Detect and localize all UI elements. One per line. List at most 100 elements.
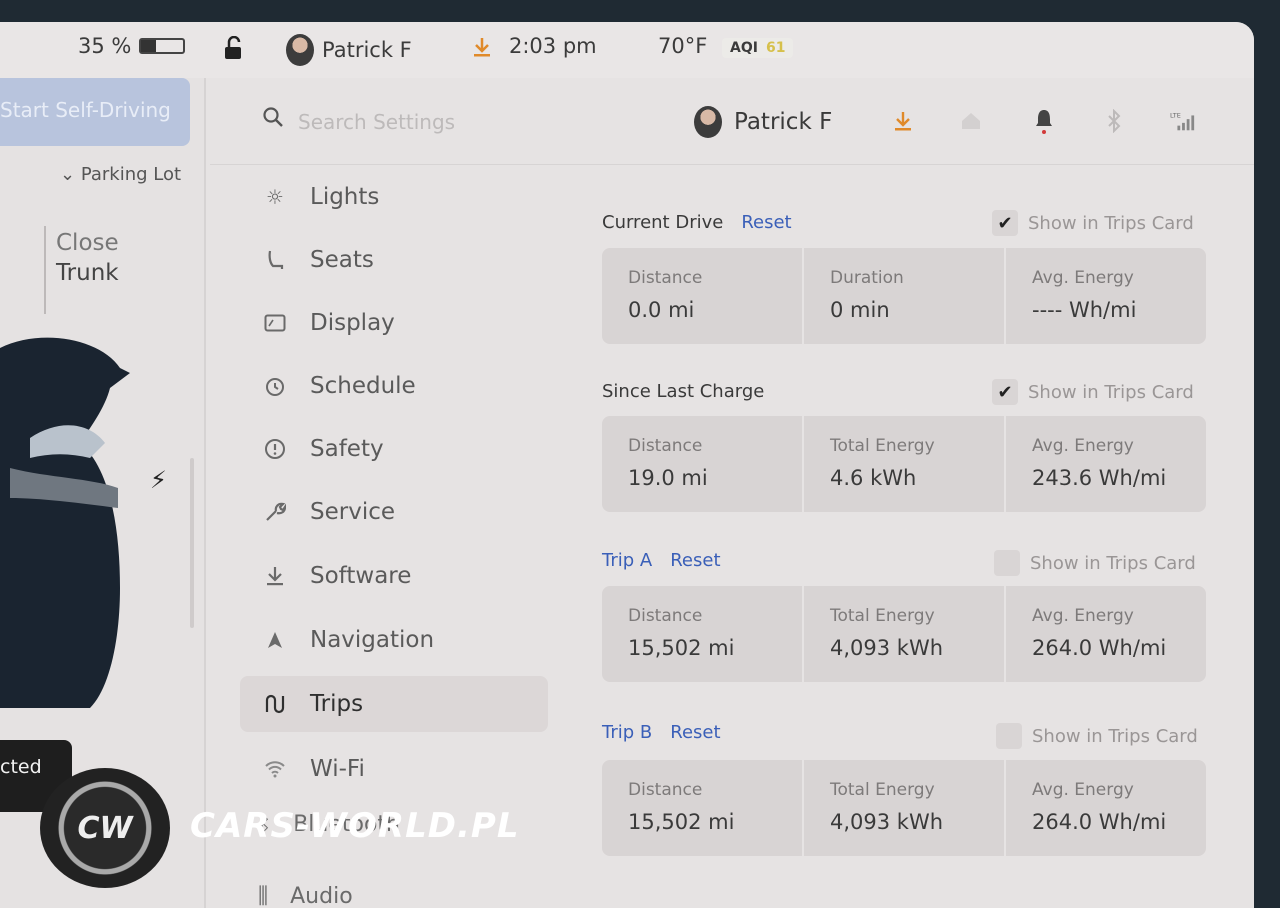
- checkbox-unchecked[interactable]: [996, 723, 1022, 749]
- menu-label: Seats: [310, 247, 374, 273]
- trip-a-header: Trip A Reset: [602, 550, 721, 571]
- show-in-trips-card-toggle[interactable]: ✔ Show in Trips Card: [992, 210, 1194, 236]
- menu-item-schedule[interactable]: Schedule: [240, 358, 548, 414]
- header-user-profile[interactable]: Patrick F: [694, 106, 832, 138]
- menu-item-trips[interactable]: Trips: [240, 676, 548, 732]
- aqi-badge[interactable]: AQI 61: [722, 38, 794, 58]
- trips-icon: [262, 691, 288, 717]
- stat-value: 4,093 kWh: [830, 810, 944, 834]
- stat-value: 4.6 kWh: [830, 466, 917, 490]
- checkbox-checked[interactable]: ✔: [992, 379, 1018, 405]
- header-divider: [210, 164, 1254, 165]
- stat-label: Total Energy: [830, 606, 935, 626]
- since-last-charge-card: Distance 19.0 mi Total Energy 4.6 kWh Avg.…: [602, 416, 1206, 512]
- aqi-label: AQI: [730, 40, 758, 56]
- stat-cell: Avg. Energy 264.0 Wh/mi: [1006, 586, 1206, 682]
- reset-trip-a-button[interactable]: Reset: [670, 550, 720, 571]
- trip-b-card: Distance 15,502 mi Total Energy 4,093 kWh …: [602, 760, 1206, 856]
- stat-value: 15,502 mi: [628, 810, 735, 834]
- trunk-label-line2: Trunk: [56, 260, 119, 286]
- menu-label: Schedule: [310, 373, 416, 399]
- svg-text:LTE: LTE: [1170, 111, 1181, 119]
- section-title: Since Last Charge: [602, 381, 765, 402]
- stat-label: Avg. Energy: [1032, 268, 1134, 288]
- show-in-trips-card-toggle[interactable]: ✔ Show in Trips Card: [992, 379, 1194, 405]
- menu-item-software[interactable]: Software: [240, 548, 548, 604]
- stat-value: 4,093 kWh: [830, 636, 944, 660]
- stat-value: 0 min: [830, 298, 890, 322]
- seat-icon: [262, 247, 288, 273]
- stat-label: Distance: [628, 436, 703, 456]
- menu-item-navigation[interactable]: Navigation: [240, 612, 548, 668]
- wifi-icon: [262, 756, 288, 782]
- stat-label: Avg. Energy: [1032, 436, 1134, 456]
- stat-cell: Avg. Energy 264.0 Wh/mi: [1006, 760, 1206, 856]
- start-self-driving-button[interactable]: Start Self-Driving: [0, 78, 190, 146]
- download-icon: [262, 563, 288, 589]
- battery-indicator: 35 %: [78, 34, 186, 58]
- stat-cell: Distance 15,502 mi: [602, 760, 804, 856]
- stat-label: Distance: [628, 780, 703, 800]
- download-icon[interactable]: [890, 108, 916, 134]
- clock-time: 2:03 pm: [509, 34, 597, 58]
- lte-signal-icon: LTE: [1170, 108, 1196, 134]
- close-trunk-button[interactable]: Close Trunk: [56, 228, 119, 288]
- checkbox-label: Show in Trips Card: [1028, 381, 1194, 403]
- stat-cell: Distance 0.0 mi: [602, 248, 804, 344]
- menu-item-safety[interactable]: Safety: [240, 421, 548, 477]
- status-user-profile[interactable]: Patrick F: [286, 34, 412, 66]
- section-title: Trip B: [602, 722, 653, 743]
- show-in-trips-card-toggle[interactable]: Show in Trips Card: [994, 550, 1196, 576]
- checkbox-label: Show in Trips Card: [1032, 725, 1198, 747]
- aqi-value: 61: [765, 40, 786, 56]
- menu-label: Wi-Fi: [310, 756, 365, 782]
- checkbox-label: Show in Trips Card: [1028, 212, 1194, 234]
- stat-label: Total Energy: [830, 780, 935, 800]
- stat-value: 264.0 Wh/mi: [1032, 636, 1167, 660]
- avatar: [694, 106, 722, 138]
- battery-fill: [141, 40, 157, 52]
- sun-icon: ☼: [266, 185, 284, 209]
- stat-label: Duration: [830, 268, 904, 288]
- stat-value: 264.0 Wh/mi: [1032, 810, 1167, 834]
- menu-item-wifi[interactable]: Wi-Fi: [240, 741, 548, 797]
- notification-bell-icon[interactable]: [1031, 108, 1057, 134]
- menu-label: Trips: [310, 691, 364, 717]
- reset-trip-b-button[interactable]: Reset: [670, 722, 720, 743]
- menu-item-seats[interactable]: Seats: [240, 232, 548, 288]
- menu-label: Navigation: [310, 627, 435, 653]
- stat-value: 15,502 mi: [628, 636, 735, 660]
- search-input[interactable]: [298, 102, 658, 142]
- menu-item-lights[interactable]: ☼ Lights: [240, 169, 548, 225]
- location-label[interactable]: ⌄ Parking Lot: [60, 164, 181, 185]
- checkbox-unchecked[interactable]: [994, 550, 1020, 576]
- outside-temperature: 70°F: [658, 34, 708, 58]
- trip-b-header: Trip B Reset: [602, 722, 721, 743]
- current-drive-card: Distance 0.0 mi Duration 0 min Avg. Energy…: [602, 248, 1206, 344]
- download-icon[interactable]: [472, 36, 492, 58]
- menu-label: Display: [310, 310, 395, 336]
- charging-bolt-icon: ⚡: [150, 466, 167, 494]
- stat-cell: Avg. Energy ---- Wh/mi: [1006, 248, 1206, 344]
- menu-item-display[interactable]: Display: [240, 295, 548, 351]
- homelink-icon[interactable]: [958, 108, 984, 134]
- menu-item-audio[interactable]: ⫼ Audio: [258, 884, 353, 908]
- menu-item-service[interactable]: Service: [240, 484, 548, 540]
- checkbox-checked[interactable]: ✔: [992, 210, 1018, 236]
- reset-current-drive-button[interactable]: Reset: [741, 212, 791, 233]
- stat-value: 0.0 mi: [628, 298, 695, 322]
- trunk-divider: [44, 226, 46, 314]
- show-in-trips-card-toggle[interactable]: Show in Trips Card: [996, 723, 1198, 749]
- scroll-indicator[interactable]: [190, 458, 194, 628]
- cars-world-logo: CW: [40, 768, 170, 888]
- bluetooth-icon[interactable]: [1101, 108, 1127, 134]
- avatar: [286, 34, 314, 66]
- stat-value: ---- Wh/mi: [1032, 298, 1137, 322]
- stat-value: 19.0 mi: [628, 466, 708, 490]
- unlock-icon[interactable]: [222, 36, 244, 60]
- status-bar: 35 % Patrick F 2:03 pm 70°F AQI 61: [0, 22, 1254, 78]
- section-title: Trip A: [602, 550, 653, 571]
- current-drive-header: Current Drive Reset: [602, 212, 792, 233]
- search-icon[interactable]: [262, 106, 284, 132]
- stat-cell: Total Energy 4.6 kWh: [804, 416, 1006, 512]
